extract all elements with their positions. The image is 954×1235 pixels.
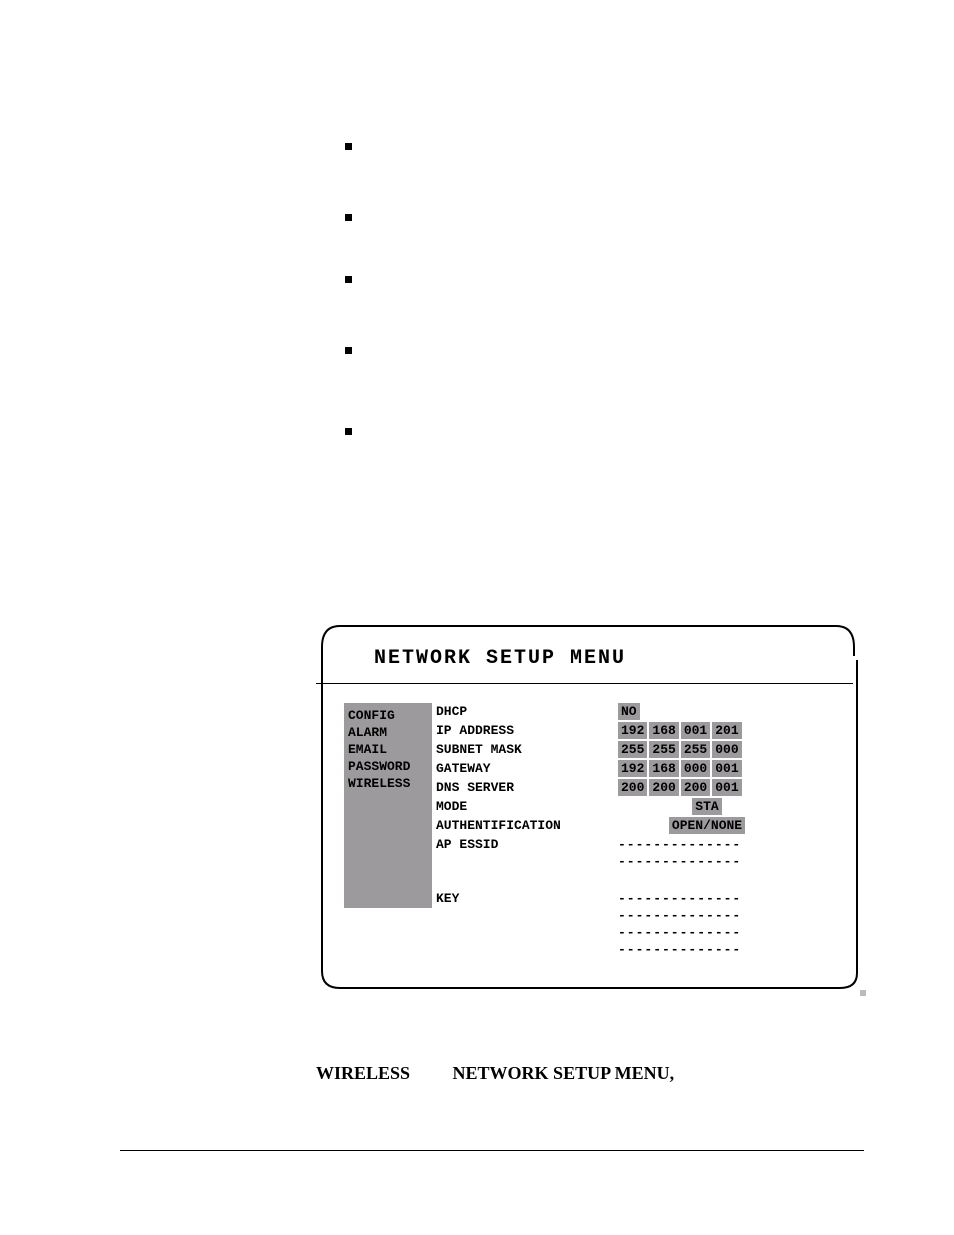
auth-value[interactable]: OPEN/NONE	[669, 817, 745, 834]
ip-octet-3[interactable]: 001	[681, 722, 710, 739]
mode-value[interactable]: STA	[692, 798, 721, 815]
sidebar-item-alarm[interactable]: ALARM	[348, 724, 428, 741]
mode-label: MODE	[436, 798, 618, 815]
sidebar-item-config[interactable]: CONFIG	[348, 707, 428, 724]
dns-octet-4[interactable]: 001	[712, 779, 741, 796]
essid-field-2[interactable]: --------------	[618, 853, 741, 870]
network-setup-panel: NETWORK SETUP MENU CONFIG ALARM EMAIL PA…	[316, 623, 860, 993]
dhcp-value[interactable]: NO	[618, 703, 640, 720]
bullet-icon	[345, 143, 352, 150]
settings-grid: DHCP NO IP ADDRESS 192 168 001 201 SUBNE…	[436, 703, 798, 958]
gateway-label: GATEWAY	[436, 760, 618, 777]
key-field-3[interactable]: --------------	[618, 924, 741, 941]
bullet-icon	[345, 214, 352, 221]
dhcp-label: DHCP	[436, 703, 618, 720]
sidebar: CONFIG ALARM EMAIL PASSWORD WIRELESS	[344, 703, 432, 908]
page: NETWORK SETUP MENU CONFIG ALARM EMAIL PA…	[0, 0, 954, 1235]
gw-octet-3[interactable]: 000	[681, 760, 710, 777]
key-label: KEY	[436, 890, 618, 907]
ip-octet-2[interactable]: 168	[649, 722, 678, 739]
ip-octet-1[interactable]: 192	[618, 722, 647, 739]
gw-octet-2[interactable]: 168	[649, 760, 678, 777]
mask-label: SUBNET MASK	[436, 741, 618, 758]
mask-octet-1[interactable]: 255	[618, 741, 647, 758]
bullet-list	[345, 143, 352, 490]
ip-octet-4[interactable]: 201	[712, 722, 741, 739]
section-heading-text: NETWORK SETUP MENU,	[453, 1063, 675, 1083]
mask-octet-2[interactable]: 255	[649, 741, 678, 758]
dns-octet-1[interactable]: 200	[618, 779, 647, 796]
dns-octet-2[interactable]: 200	[649, 779, 678, 796]
essid-label: AP ESSID	[436, 836, 618, 853]
panel-title: NETWORK SETUP MENU	[374, 647, 626, 670]
dns-label: DNS SERVER	[436, 779, 618, 796]
dns-octet-3[interactable]: 200	[681, 779, 710, 796]
bullet-icon	[345, 276, 352, 283]
panel-divider	[316, 683, 853, 684]
ip-label: IP ADDRESS	[436, 722, 618, 739]
key-field-4[interactable]: --------------	[618, 941, 741, 958]
key-field-1[interactable]: --------------	[618, 890, 741, 907]
mask-octet-3[interactable]: 255	[681, 741, 710, 758]
section-heading: WIRELESS NETWORK SETUP MENU,	[316, 1063, 674, 1084]
essid-field-1[interactable]: --------------	[618, 836, 741, 853]
section-term: WIRELESS	[316, 1063, 410, 1083]
sidebar-item-password[interactable]: PASSWORD	[348, 758, 428, 775]
sidebar-item-wireless[interactable]: WIRELESS	[348, 775, 428, 792]
page-divider	[120, 1150, 864, 1151]
auth-label: AUTHENTIFICATION	[436, 817, 618, 834]
bullet-icon	[345, 428, 352, 435]
key-field-2[interactable]: --------------	[618, 907, 741, 924]
mask-octet-4[interactable]: 000	[712, 741, 741, 758]
gw-octet-1[interactable]: 192	[618, 760, 647, 777]
decorative-mark	[860, 990, 866, 996]
sidebar-item-email[interactable]: EMAIL	[348, 741, 428, 758]
gw-octet-4[interactable]: 001	[712, 760, 741, 777]
bullet-icon	[345, 347, 352, 354]
